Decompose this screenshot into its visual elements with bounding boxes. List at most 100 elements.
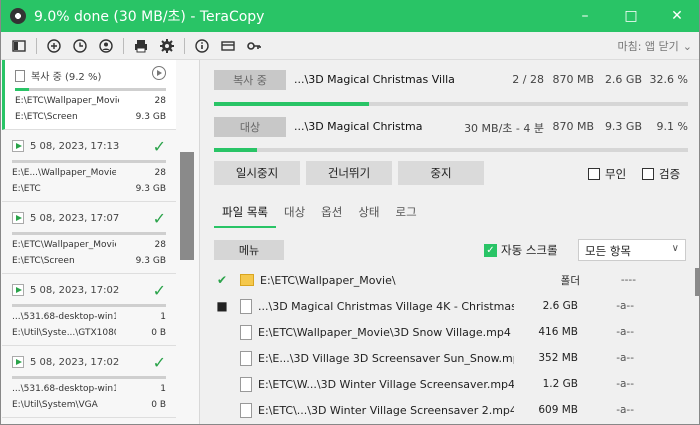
autoscroll-label: 자동 스크롤: [501, 243, 558, 257]
teracopy-app-icon: [10, 8, 26, 24]
target-size-done: 870 MB: [552, 120, 594, 133]
history-target: E:\ETC\Screen: [15, 112, 78, 122]
current-percent: 32.6 %: [649, 73, 688, 86]
print-icon[interactable]: [128, 35, 154, 57]
file-icon: [240, 324, 252, 340]
file-row[interactable]: E:\ETC\...\3D Winter Village Screensaver…: [204, 397, 690, 423]
card-icon[interactable]: [215, 35, 241, 57]
maximize-button[interactable]: □: [608, 0, 654, 32]
history-head: 5 08, 2023, 17:07: [30, 212, 120, 224]
file-icon: [240, 376, 252, 392]
title-bar: 9.0% done (30 MB/초) - TeraCopy – □ ✕: [0, 0, 700, 32]
history-count: 28: [154, 240, 166, 250]
target-percent: 9.1 %: [656, 120, 688, 133]
file-row[interactable]: E:\ETC\Wallpaper_Movie\3D Snow Village.m…: [204, 319, 690, 345]
menu-button[interactable]: 메뉴: [214, 240, 284, 260]
tab-target[interactable]: 대상: [276, 200, 313, 228]
file-name: E:\E...\3D Village 3D Screensaver Sun_Sn…: [258, 351, 514, 365]
file-row[interactable]: E:\E...\3D Village 3D Screensaver Sun_Sn…: [204, 345, 690, 371]
silent-checkbox[interactable]: 무인: [588, 166, 626, 182]
file-name: E:\ETC\...\3D Winter Village Screensaver…: [258, 403, 514, 417]
history-scrollbar[interactable]: [180, 152, 194, 260]
on-finish-dropdown[interactable]: 마침: 앱 닫기 ⌄: [617, 38, 692, 54]
file-name: ...\3D Magical Christmas Village 4K - Ch…: [258, 299, 514, 313]
history-target: E:\Util\Syste...\GTX1080: [12, 328, 116, 338]
toolbar-divider: [123, 37, 124, 54]
history-progress: [12, 376, 166, 379]
close-button[interactable]: ✕: [654, 0, 700, 32]
history-head: 복사 중 (9.2 %): [31, 72, 102, 83]
file-row[interactable]: ■ ...\3D Magical Christmas Village 4K - …: [204, 293, 690, 319]
toolbar-divider: [36, 37, 37, 54]
tab-file-list[interactable]: 파일 목록: [214, 200, 276, 228]
check-icon: ✓: [152, 353, 166, 372]
window-border: [0, 0, 1, 425]
add-files-icon[interactable]: [41, 35, 67, 57]
verify-checkbox[interactable]: 검증: [642, 166, 680, 182]
key-icon[interactable]: [241, 35, 267, 57]
current-progress-bar: [214, 102, 688, 106]
copying-label: 복사 중: [214, 70, 286, 90]
history-size: 0 B: [151, 328, 166, 338]
verify-label: 검증: [659, 167, 681, 181]
arrow-right-icon: [12, 284, 24, 296]
file-attributes: -a--: [616, 326, 634, 338]
history-item-current[interactable]: 복사 중 (9.2 %) E:\ETC\Wallpaper_Movie 28 E:…: [2, 60, 176, 130]
check-icon: ✓: [152, 137, 166, 156]
file-row[interactable]: ✔ E:\ETC\Wallpaper_Movie\ 폴더 ----: [204, 267, 690, 293]
current-size-done: 870 MB: [552, 73, 594, 86]
target-path: ...\3D Magical Christmas Village: [294, 120, 422, 133]
document-icon: [15, 69, 25, 82]
file-row[interactable]: E:\ETC\W...\3D Winter Village Screensave…: [204, 371, 690, 397]
history-item[interactable]: 5 08, 2023, 17:13 ✓ E:\E...\Wallpaper_Mo…: [2, 132, 176, 202]
play-icon[interactable]: [152, 66, 166, 80]
arrow-right-icon: [12, 140, 24, 152]
checkbox-icon: [588, 168, 600, 180]
history-clock-icon[interactable]: [67, 35, 93, 57]
checkmark-icon: ✓: [484, 243, 497, 257]
file-size: 609 MB: [538, 404, 578, 416]
file-attributes: ----: [620, 274, 636, 286]
file-list: ✔ E:\ETC\Wallpaper_Movie\ 폴더 ---- ■ ...\…: [204, 267, 696, 425]
pause-button[interactable]: 일시중지: [214, 161, 300, 185]
user-icon[interactable]: [93, 35, 119, 57]
history-size: 9.3 GB: [135, 112, 166, 122]
history-count: 1: [160, 384, 166, 394]
check-icon: ✓: [152, 281, 166, 300]
main-panel: 복사 중 ...\3D Magical Christmas Village 2 …: [204, 60, 696, 425]
tab-options[interactable]: 옵션: [313, 200, 350, 228]
file-icon: [240, 402, 252, 418]
file-size: 폴더: [560, 274, 580, 287]
file-attributes: -a--: [616, 300, 634, 312]
folder-icon: [240, 274, 254, 286]
tab-status[interactable]: 상태: [350, 200, 387, 228]
file-attributes: -a--: [616, 378, 634, 390]
file-icon: [240, 350, 252, 366]
target-label: 대상: [214, 117, 286, 137]
history-count: 1: [160, 312, 166, 322]
file-name: E:\ETC\W...\3D Winter Village Screensave…: [258, 377, 514, 391]
sidebar-toggle-icon[interactable]: [6, 35, 32, 57]
history-size: 0 B: [151, 400, 166, 410]
tab-log[interactable]: 로그: [388, 200, 425, 228]
autoscroll-checkbox[interactable]: ✓ 자동 스크롤: [484, 242, 558, 258]
minimize-button[interactable]: –: [562, 0, 608, 32]
filter-value: 모든 항목: [585, 244, 631, 258]
history-target: E:\ETC: [12, 184, 41, 194]
skip-button[interactable]: 건너뛰기: [306, 161, 392, 185]
info-icon[interactable]: [189, 35, 215, 57]
check-icon: ✓: [152, 209, 166, 228]
window-title: 9.0% done (30 MB/초) - TeraCopy: [34, 9, 265, 25]
stop-button[interactable]: 중지: [398, 161, 484, 185]
history-item[interactable]: 5 08, 2023, 17:02 ✓ ...\531.68-desktop-w…: [2, 276, 176, 346]
history-progress: [12, 232, 166, 235]
chevron-down-icon: ⌄: [682, 39, 692, 53]
history-item[interactable]: 5 08, 2023, 17:02 ✓ ...\531.68-desktop-w…: [2, 348, 176, 418]
history-item[interactable]: 5 08, 2023, 17:07 ✓ E:\ETC\Wallpaper_Mov…: [2, 204, 176, 274]
silent-label: 무인: [605, 167, 627, 181]
arrow-right-icon: [12, 356, 24, 368]
file-size: 2.6 GB: [542, 300, 578, 312]
settings-gear-icon[interactable]: [154, 35, 180, 57]
status-check-icon: ✔: [216, 273, 228, 287]
filter-select[interactable]: 모든 항목 ∨: [578, 239, 686, 261]
